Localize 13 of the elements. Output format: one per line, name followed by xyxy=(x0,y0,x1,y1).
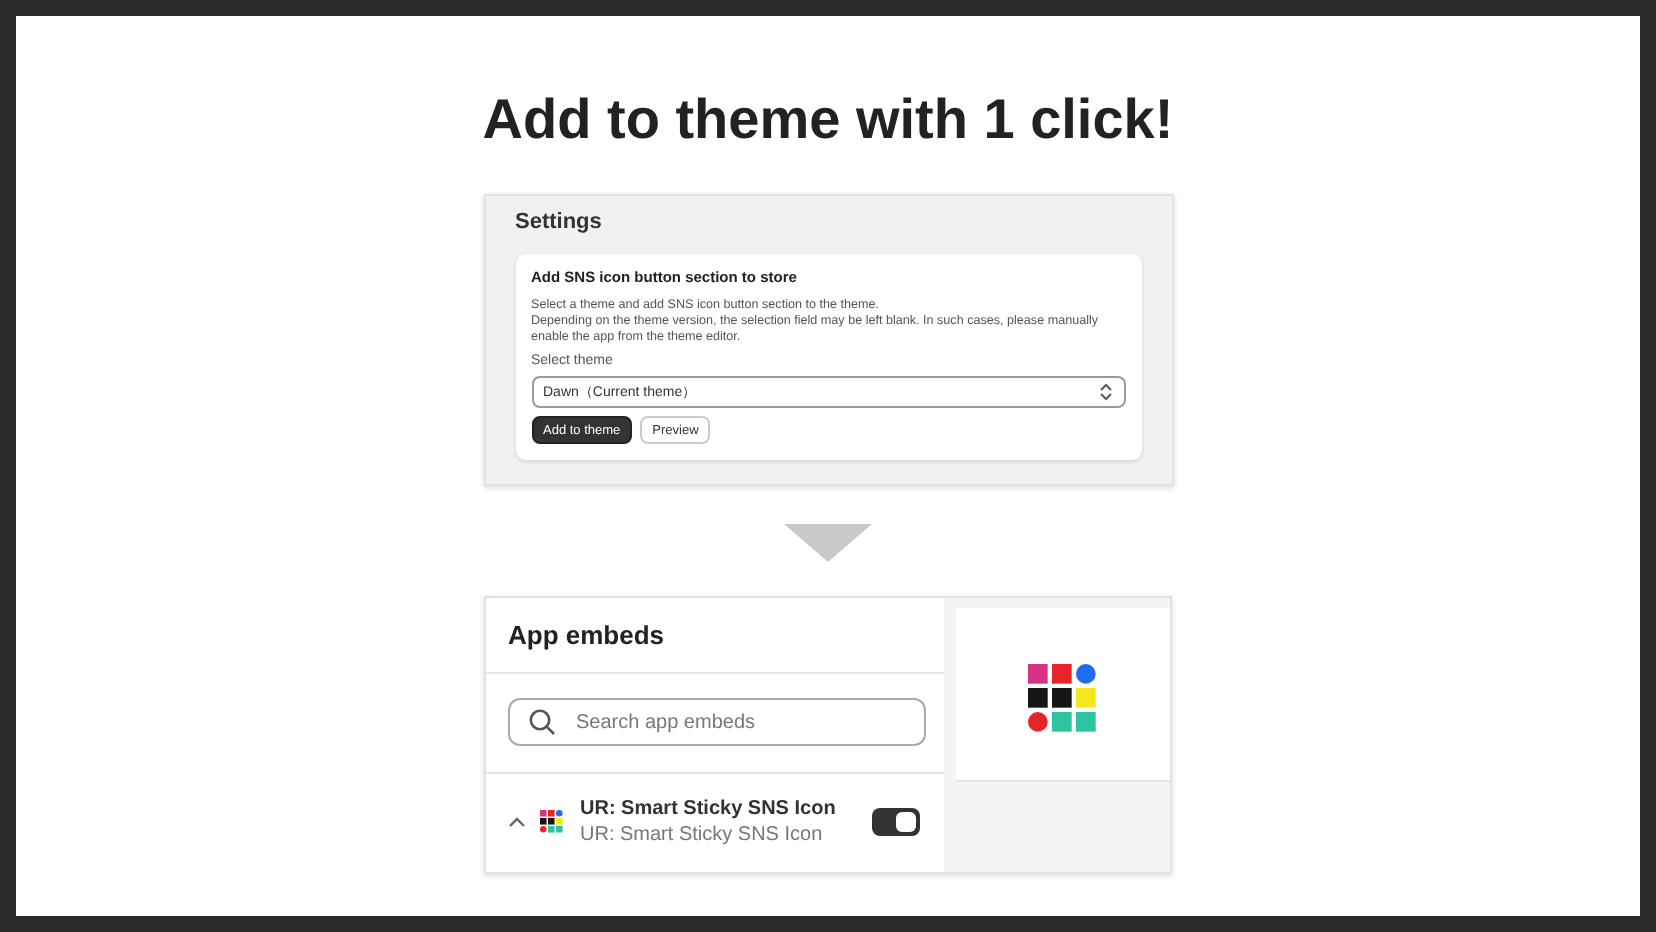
headline: Add to theme with 1 click! xyxy=(482,86,1174,154)
search-field[interactable]: Search app embeds xyxy=(508,698,926,746)
down-arrow-icon xyxy=(784,524,872,562)
app-name: UR: Smart Sticky SNS Icon xyxy=(580,798,838,820)
search-icon xyxy=(528,708,556,736)
select-arrows-icon xyxy=(1097,382,1113,402)
app-logo-icon xyxy=(1027,664,1099,736)
settings-title: Settings xyxy=(515,210,604,234)
chevron-icon[interactable] xyxy=(508,816,526,828)
toggle-switch[interactable] xyxy=(872,808,920,836)
panel-title: App embeds xyxy=(486,598,944,674)
app-subtitle: UR: Smart Sticky SNS Icon xyxy=(580,824,825,846)
app-logo-icon xyxy=(540,810,564,834)
